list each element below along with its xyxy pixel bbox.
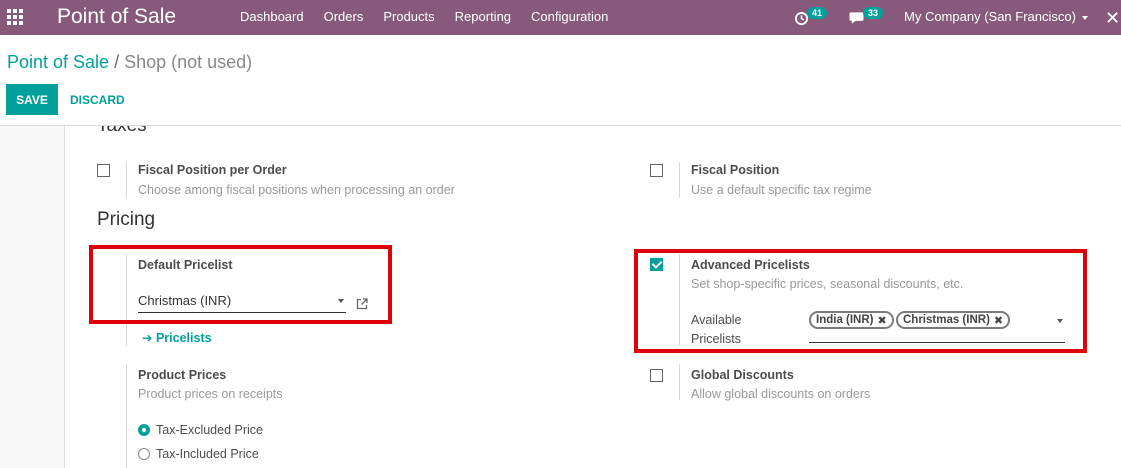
pricelist-tag: India (INR) ✖ <box>809 311 894 329</box>
chat-icon <box>849 12 864 24</box>
settings-sheet: Taxes Fiscal Position per Order Choose a… <box>64 126 1121 468</box>
section-title-taxes: Taxes <box>97 126 147 137</box>
messages-tray[interactable]: 33 <box>849 0 884 35</box>
tax-included-label[interactable]: Tax-Included Price <box>156 447 259 461</box>
tax-excluded-radio[interactable] <box>138 424 150 436</box>
pricelist-tag: Christmas (INR) ✖ <box>896 311 1011 329</box>
global-discounts-help: Allow global discounts on orders <box>691 387 871 401</box>
save-button[interactable]: SAVE <box>6 84 58 115</box>
discard-button[interactable]: DISCARD <box>70 84 125 115</box>
activity-count-badge: 41 <box>807 7 828 19</box>
global-discounts-label: Global Discounts <box>691 368 794 382</box>
advanced-pricelists-checkbox[interactable] <box>650 258 663 271</box>
divider <box>126 364 127 468</box>
tax-included-radio[interactable] <box>138 448 150 460</box>
divider <box>126 162 127 198</box>
default-pricelist-value: Christmas (INR) <box>138 293 232 308</box>
tax-excluded-label[interactable]: Tax-Excluded Price <box>156 423 263 437</box>
company-name: My Company (San Francisco) <box>904 9 1076 24</box>
section-title-pricing: Pricing <box>97 209 156 230</box>
divider <box>679 254 680 346</box>
pricelists-link[interactable]: ➔ Pricelists <box>142 330 212 345</box>
product-prices-help: Product prices on receipts <box>138 387 283 401</box>
chevron-down-icon <box>338 299 344 303</box>
fiscal-position-help: Use a default specific tax regime <box>691 183 872 197</box>
default-pricelist-select[interactable]: Christmas (INR) <box>138 293 346 313</box>
divider <box>126 254 127 346</box>
chevron-down-icon <box>1057 319 1063 323</box>
divider <box>679 162 680 198</box>
menu-products[interactable]: Products <box>373 9 444 24</box>
breadcrumb-parent[interactable]: Point of Sale <box>7 52 109 72</box>
menu-orders[interactable]: Orders <box>314 9 374 24</box>
menu-dashboard[interactable]: Dashboard <box>230 9 314 24</box>
activity-tray[interactable]: 41 <box>794 0 828 35</box>
tag-label: Christmas (INR) <box>903 314 990 326</box>
chevron-down-icon <box>1081 15 1088 20</box>
fiscal-position-per-order-help: Choose among fiscal positions when proce… <box>138 183 455 197</box>
top-navbar: Point of Sale Dashboard Orders Products … <box>0 0 1121 35</box>
sheet-gutter <box>0 126 64 468</box>
fiscal-position-per-order-checkbox[interactable] <box>97 164 110 177</box>
apps-menu-icon[interactable] <box>7 9 23 25</box>
close-icon[interactable]: ✕ <box>1105 8 1120 29</box>
divider <box>679 364 680 400</box>
company-switcher[interactable]: My Company (San Francisco) <box>904 9 1088 24</box>
fiscal-position-checkbox[interactable] <box>650 164 663 177</box>
advanced-pricelists-help: Set shop-specific prices, seasonal disco… <box>691 277 964 291</box>
breadcrumb-separator: / <box>114 52 120 72</box>
tag-label: India (INR) <box>816 314 874 326</box>
app-brand[interactable]: Point of Sale <box>57 5 176 29</box>
arrow-right-icon: ➔ <box>142 331 153 345</box>
main-menu: Dashboard Orders Products Reporting Conf… <box>230 9 618 24</box>
menu-reporting[interactable]: Reporting <box>445 9 521 24</box>
fiscal-position-label: Fiscal Position <box>691 163 780 177</box>
pricelists-link-label: Pricelists <box>155 331 212 345</box>
breadcrumb: Point of Sale / Shop (not used) <box>7 52 252 73</box>
external-link-icon[interactable] <box>355 297 369 311</box>
remove-tag-icon[interactable]: ✖ <box>994 314 1003 327</box>
product-prices-label: Product Prices <box>138 368 227 382</box>
messages-count-badge: 33 <box>863 7 884 19</box>
global-discounts-checkbox[interactable] <box>650 369 663 382</box>
available-pricelists-label-line2: Pricelists <box>691 332 742 346</box>
advanced-pricelists-label: Advanced Pricelists <box>691 258 810 272</box>
breadcrumb-current: Shop (not used) <box>124 52 253 72</box>
fiscal-position-per-order-label: Fiscal Position per Order <box>138 163 287 177</box>
control-panel: Point of Sale / Shop (not used) SAVE DISCA… <box>0 35 1121 126</box>
remove-tag-icon[interactable]: ✖ <box>878 314 887 327</box>
default-pricelist-label: Default Pricelist <box>138 258 233 272</box>
available-pricelists-label-line1: Available <box>691 313 742 327</box>
menu-configuration[interactable]: Configuration <box>521 9 618 24</box>
